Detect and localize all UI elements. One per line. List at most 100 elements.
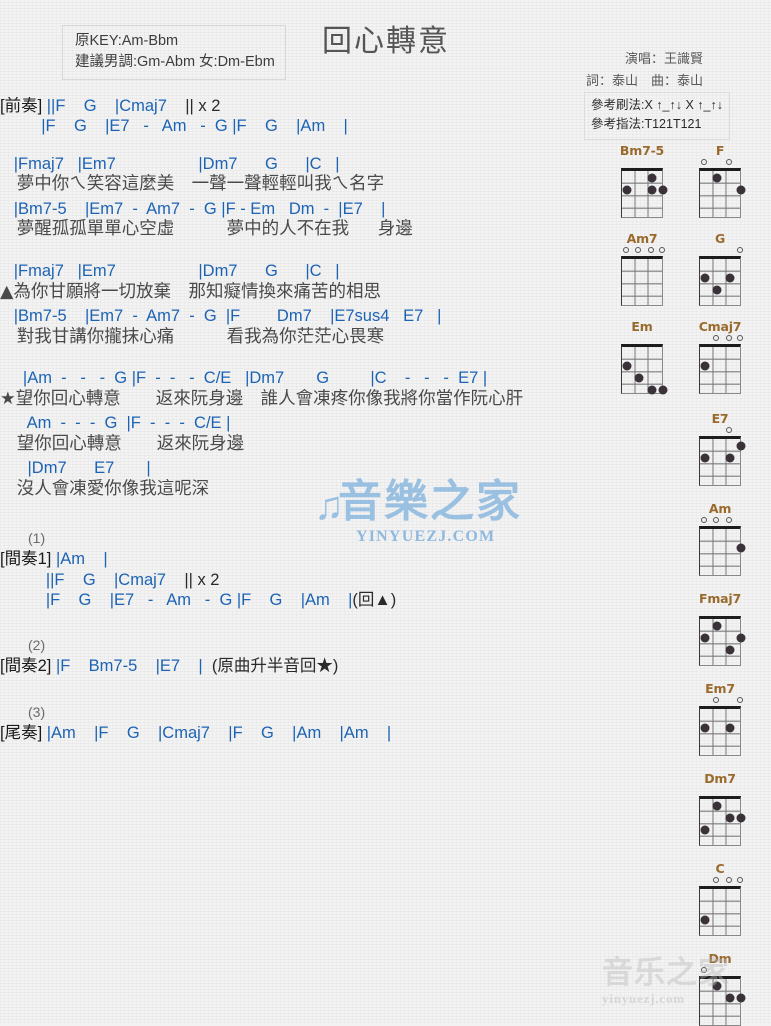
chord-diagram-bm75: Bm7-5 [612, 143, 672, 218]
chord-line: ||F G |Cmaj7 || x 2 [0, 570, 220, 589]
fretboard-grid [621, 256, 663, 306]
open-string-icon [725, 159, 732, 165]
finger-dot [658, 185, 667, 195]
lyric-line: 沒人會凍愛你像我這呢深 [0, 478, 210, 499]
chord-line: |Dm7 E7 | [0, 459, 151, 478]
open-string-icon [622, 247, 629, 253]
key-info-box: 原KEY:Am-Bbm 建議男調:Gm-Abm 女:Dm-Ebm [62, 25, 286, 81]
chord-diagram-dm7: Dm7 [690, 771, 750, 846]
chord-diagram-am: Am [690, 501, 750, 576]
open-string-icon [736, 877, 743, 883]
finger-dot [700, 273, 709, 283]
open-string-icon [736, 697, 743, 703]
open-string-markers [690, 696, 750, 706]
suggested-key: 建議男調:Gm-Abm 女:Dm-Ebm [75, 54, 275, 71]
chord-diagram-em7: Em7 [690, 681, 750, 756]
chord-diagram-g: G [690, 231, 750, 306]
fretboard-grid [699, 256, 741, 306]
open-string-icon [725, 427, 732, 433]
finger-dot [647, 173, 656, 183]
singer-name: 演唱：王識賢 [624, 51, 703, 66]
open-string-icon [713, 517, 719, 523]
open-string-icon [635, 247, 641, 253]
chord-line: Am - - - G |F - - - C/E | [0, 414, 231, 433]
open-string-markers [690, 966, 750, 976]
finger-dot [736, 185, 745, 195]
open-string-icon [713, 697, 719, 703]
open-string-icon [725, 877, 732, 883]
finger-dot [647, 385, 656, 395]
fretboard-grid [621, 344, 667, 395]
chord-line: [前奏] ||F G |Cmaj7 || x 2 [0, 97, 221, 115]
chord-diagram-cmaj7: Cmaj7 [690, 319, 750, 394]
chord-diagram-name: Fmaj7 [699, 591, 741, 606]
fretboard-grid [699, 526, 745, 576]
chord-line: [間奏2] |F Bm7-5 |E7 | (原曲升半音回★) [0, 657, 339, 676]
finger-dot [658, 385, 667, 395]
finger-dot [725, 273, 734, 283]
finger-dot [736, 633, 745, 643]
finger-dot [725, 723, 734, 733]
open-string-icon [658, 247, 665, 253]
open-string-icon [700, 159, 707, 165]
open-string-markers [690, 876, 750, 886]
chord-diagram-c: C [690, 861, 750, 936]
chord-diagram-name: Em [631, 319, 653, 334]
fretboard-grid [699, 616, 745, 666]
chord-diagram-name: Dm7 [704, 771, 736, 786]
open-string-markers [612, 158, 672, 168]
strum-pattern: 參考刷法:X ↑_↑↓ X ↑_↑↓ [591, 98, 723, 112]
chord-diagram-name: C [715, 861, 725, 876]
strum-pattern-box: 參考刷法:X ↑_↑↓ X ↑_↑↓ 參考指法:T121T121 [584, 92, 730, 140]
chord-line: |F G |E7 - Am - G |F G |Am | [0, 117, 348, 136]
finger-dot [700, 453, 709, 463]
fretboard-grid [621, 168, 667, 218]
finger-dot [700, 723, 709, 733]
section-number: (1) [28, 530, 46, 547]
finger-dot [725, 993, 734, 1003]
writer-credit: 詞：泰山 曲：泰山 [585, 73, 703, 89]
chord-diagram-name: Bm7-5 [619, 143, 665, 158]
chord-line: [尾奏] |Am |F G |Cmaj7 |F G |Am |Am | [0, 723, 392, 742]
open-string-icon [700, 517, 707, 523]
chord-diagram-name: E7 [711, 411, 729, 426]
open-string-markers [690, 246, 750, 256]
chord-diagram-name: Cmaj7 [698, 319, 742, 334]
chord-lyric-body: [前奏] ||F G |Cmaj7 || x 2 |F G |E7 - Am -… [0, 96, 600, 743]
open-string-markers [612, 246, 672, 256]
open-string-markers [690, 334, 750, 344]
open-string-markers [690, 426, 750, 436]
fretboard-grid [699, 796, 745, 846]
finger-dot [700, 361, 709, 371]
chord-diagram-am7: Am7 [612, 231, 672, 306]
chord-diagram-em: Em [612, 319, 672, 395]
open-string-markers [690, 786, 750, 796]
section-number: (3) [28, 703, 46, 720]
lyric-line: ▲為你甘願將一切放棄 那知癡情換來痛苦的相思 [0, 281, 381, 302]
finger-dot [736, 543, 745, 553]
finger-dot [700, 633, 709, 643]
finger-dot [622, 185, 631, 195]
original-key: 原KEY:Am-Bbm [75, 33, 179, 49]
chord-sheet: 原KEY:Am-Bbm 建議男調:Gm-Abm 女:Dm-Ebm 回心轉意 演唱… [0, 0, 771, 1026]
section-number: (2) [28, 637, 46, 654]
chord-diagram-fmaj7: Fmaj7 [690, 591, 750, 666]
chord-diagram-name: Am [708, 501, 732, 516]
finger-dot [725, 645, 734, 655]
chord-diagram-name: Dm [708, 951, 732, 966]
finger-dot [712, 173, 722, 183]
fretboard-grid [699, 886, 741, 936]
open-string-icon [725, 335, 732, 341]
open-string-icon [736, 335, 743, 341]
finger-dot [736, 441, 745, 451]
chord-line: |Fmaj7 |Em7 |Dm7 G |C | [0, 262, 340, 281]
open-string-icon [713, 877, 719, 883]
chord-diagram-dm: Dm [690, 951, 750, 1026]
finger-dot [622, 361, 631, 371]
chord-line: |Bm7-5 |Em7 - Am7 - G |F - Em Dm - |E7 | [0, 200, 386, 218]
open-string-markers [612, 334, 672, 344]
lyric-line: 望你回心轉意 返來阮身邊 [0, 433, 245, 454]
open-string-markers [690, 606, 750, 616]
